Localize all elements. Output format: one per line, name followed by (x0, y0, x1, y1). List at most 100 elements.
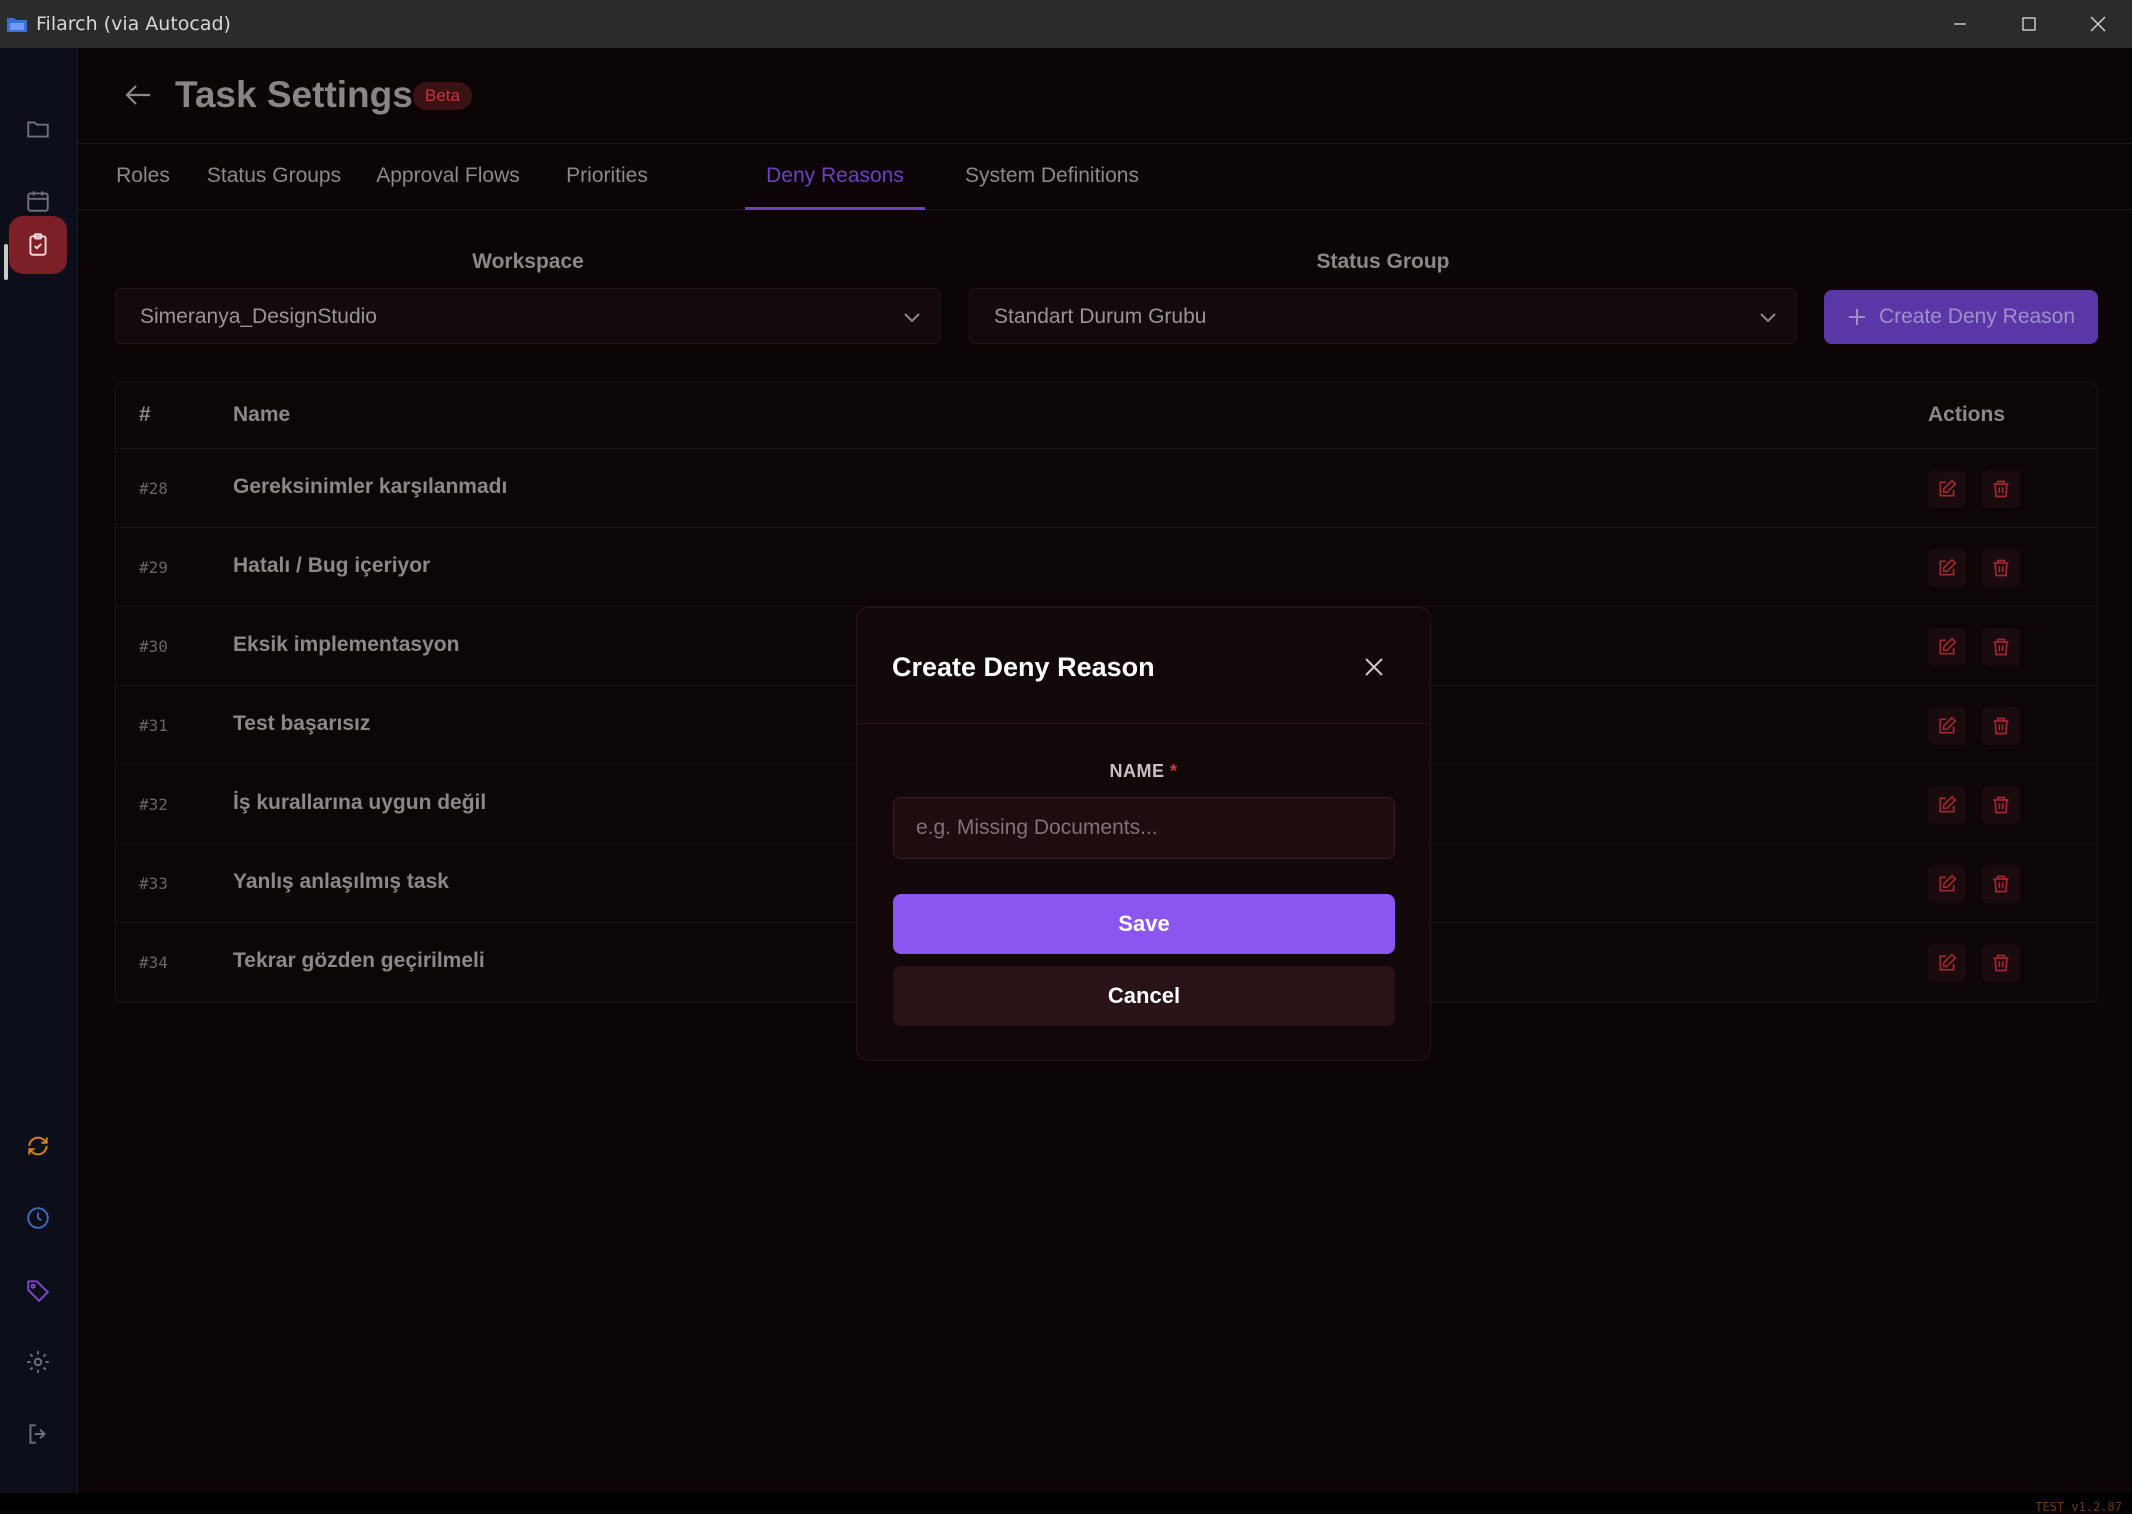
delete-button[interactable] (1982, 628, 2020, 666)
required-mark: * (1170, 761, 1178, 781)
sidebar-item-tasks[interactable] (9, 216, 67, 274)
delete-button[interactable] (1982, 707, 2020, 745)
edit-icon (1939, 716, 1957, 734)
plus-icon (1848, 309, 1865, 325)
status-group-select-value: Standart Durum Grubu (994, 305, 1207, 328)
trash-icon (1993, 480, 2009, 498)
edit-icon (1939, 874, 1957, 892)
workspace-label: Workspace (472, 250, 584, 273)
workspace-select[interactable]: Simeranya_DesignStudio (115, 288, 941, 344)
column-header-actions: Actions (1928, 403, 2006, 426)
edit-button[interactable] (1928, 786, 1966, 824)
folder-icon (27, 121, 49, 138)
row-name: Test başarısız (233, 712, 371, 735)
tag-icon (27, 1280, 50, 1303)
tab-priorities[interactable]: Priorities (550, 145, 664, 210)
save-button[interactable]: Save (893, 894, 1395, 954)
gear-icon (27, 1351, 49, 1373)
beta-badge: Beta (413, 82, 472, 110)
sidebar-item-sync[interactable] (9, 1117, 67, 1175)
sidebar-item-tags[interactable] (9, 1261, 67, 1319)
row-id: #34 (139, 953, 168, 972)
edit-icon (1939, 479, 1957, 497)
delete-button[interactable] (1982, 865, 2020, 903)
sidebar-item-history[interactable] (9, 1189, 67, 1247)
column-header-id: # (139, 403, 151, 426)
minimize-button[interactable] (1925, 0, 1994, 48)
bottom-strip (0, 1493, 2132, 1511)
settings-tabs: Roles Status Groups Approval Flows Prior… (79, 145, 2132, 210)
cancel-button[interactable]: Cancel (893, 966, 1395, 1026)
minimize-icon (1953, 23, 1966, 25)
column-header-name: Name (233, 403, 291, 426)
row-name: Hatalı / Bug içeriyor (233, 554, 431, 577)
logout-icon (29, 1424, 46, 1444)
sidebar-item-logout[interactable] (9, 1405, 67, 1463)
row-name: Gereksinimler karşılanmadı (233, 475, 508, 498)
page-header: Task Settings Beta (79, 48, 2132, 144)
close-icon (2089, 16, 2106, 32)
back-button[interactable] (121, 78, 155, 112)
row-name: Eksik implementasyon (233, 633, 460, 656)
name-field-label: NAME * (857, 761, 1430, 782)
close-window-button[interactable] (2063, 0, 2132, 48)
trash-icon (1993, 638, 2009, 656)
edit-button[interactable] (1928, 944, 1966, 982)
trash-icon (1993, 954, 2009, 972)
table-row: #29 Hatalı / Bug içeriyor (116, 528, 2097, 607)
row-id: #30 (139, 637, 168, 656)
build-tag: TEST v1.2.87 (2035, 1500, 2122, 1514)
row-id: #31 (139, 716, 168, 735)
row-id: #33 (139, 874, 168, 893)
tab-approval-flows[interactable]: Approval Flows (365, 145, 531, 210)
sync-icon (28, 1136, 48, 1156)
arrow-left-icon (125, 85, 150, 105)
table-row: #28 Gereksinimler karşılanmadı (116, 449, 2097, 528)
workspace-select-value: Simeranya_DesignStudio (140, 305, 377, 328)
tab-status-groups[interactable]: Status Groups (200, 145, 348, 210)
delete-button[interactable] (1982, 470, 2020, 508)
modal-close-button[interactable] (1359, 652, 1389, 682)
maximize-button[interactable] (1994, 0, 2063, 48)
sidebar-item-files[interactable] (9, 100, 67, 158)
title-bar: Filarch (via Autocad) (0, 0, 2132, 48)
edit-button[interactable] (1928, 628, 1966, 666)
tab-roles[interactable]: Roles (102, 145, 184, 210)
chevron-down-icon (904, 313, 920, 323)
trash-icon (1993, 796, 2009, 814)
create-deny-reason-button[interactable]: Create Deny Reason (1824, 290, 2098, 344)
name-input[interactable] (893, 797, 1395, 859)
edit-icon (1939, 637, 1957, 655)
page-title: Task Settings (175, 74, 413, 115)
delete-button[interactable] (1982, 786, 2020, 824)
main-content: Task Settings Beta Roles Status Groups A… (79, 48, 2132, 1493)
chevron-down-icon (1760, 313, 1776, 323)
edit-button[interactable] (1928, 470, 1966, 508)
window-title: Filarch (via Autocad) (36, 13, 231, 35)
delete-button[interactable] (1982, 944, 2020, 982)
delete-button[interactable] (1982, 549, 2020, 587)
clipboard-check-icon (29, 233, 47, 256)
status-group-label: Status Group (1316, 250, 1450, 273)
tab-deny-reasons[interactable]: Deny Reasons (745, 145, 925, 210)
maximize-icon (2021, 17, 2036, 31)
row-name: Yanlış anlaşılmış task (233, 870, 449, 893)
edit-button[interactable] (1928, 865, 1966, 903)
create-deny-reason-modal: Create Deny Reason NAME * Save Cancel (856, 607, 1431, 1061)
sidebar-item-settings[interactable] (9, 1333, 67, 1391)
table-header: # Name Actions (116, 383, 2097, 449)
edit-button[interactable] (1928, 549, 1966, 587)
create-button-label: Create Deny Reason (1878, 305, 2076, 328)
status-group-select[interactable]: Standart Durum Grubu (969, 288, 1797, 344)
clock-icon (27, 1207, 49, 1229)
edit-button[interactable] (1928, 707, 1966, 745)
row-id: #32 (139, 795, 168, 814)
trash-icon (1993, 875, 2009, 893)
tab-system-definitions[interactable]: System Definitions (942, 145, 1162, 210)
edit-icon (1939, 558, 1957, 576)
sidebar-active-marker (4, 244, 8, 280)
calendar-icon (27, 191, 49, 212)
edit-icon (1939, 795, 1957, 813)
row-id: #28 (139, 479, 168, 498)
trash-icon (1993, 559, 2009, 577)
